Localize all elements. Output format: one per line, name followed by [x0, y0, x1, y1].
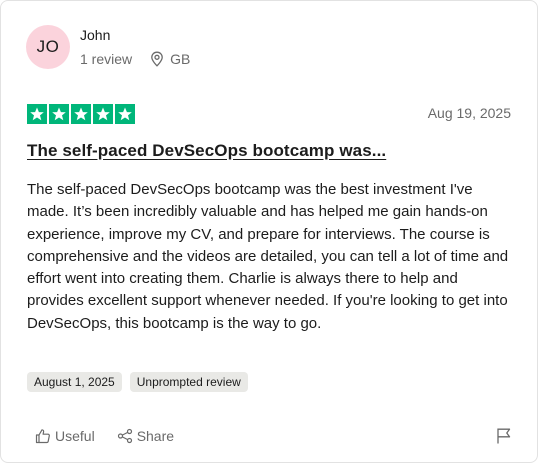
- star-icon: [27, 104, 47, 124]
- review-card: JO John 1 review GB Aug 19, 2025 The sel…: [0, 0, 538, 463]
- star-icon: [71, 104, 91, 124]
- review-type-badge[interactable]: Unprompted review: [129, 372, 248, 392]
- review-count: 1 review: [80, 51, 133, 67]
- reviewer-meta: 1 review GB: [80, 50, 190, 68]
- share-button[interactable]: Share: [117, 428, 174, 444]
- location-pin-icon: [150, 51, 164, 67]
- share-label: Share: [136, 428, 175, 444]
- reviewer-name[interactable]: John: [80, 26, 190, 44]
- star-icon: [49, 104, 69, 124]
- flag-icon: [497, 428, 511, 444]
- avatar[interactable]: JO: [26, 25, 70, 69]
- review-date: Aug 19, 2025: [427, 105, 511, 121]
- experience-date-badge: August 1, 2025: [27, 372, 122, 392]
- review-tags: August 1, 2025 Unprompted review: [27, 372, 256, 392]
- star-rating: [27, 104, 137, 124]
- reviewer-info: John 1 review GB: [80, 26, 190, 68]
- thumbs-up-icon: [35, 429, 50, 444]
- useful-button[interactable]: Useful: [35, 428, 95, 444]
- share-icon: [117, 428, 132, 444]
- useful-label: Useful: [55, 428, 95, 444]
- review-actions: Useful Share: [35, 428, 196, 444]
- avatar-initials: JO: [36, 37, 60, 56]
- review-body: The self-paced DevSecOps bootcamp was th…: [27, 181, 509, 332]
- report-button[interactable]: [495, 427, 513, 445]
- star-icon: [115, 104, 135, 124]
- reviewer-country: GB: [170, 51, 191, 67]
- star-icon: [93, 104, 113, 124]
- reviewer-header: JO John 1 review GB: [26, 25, 190, 69]
- review-title[interactable]: The self-paced DevSecOps bootcamp was...: [27, 141, 386, 161]
